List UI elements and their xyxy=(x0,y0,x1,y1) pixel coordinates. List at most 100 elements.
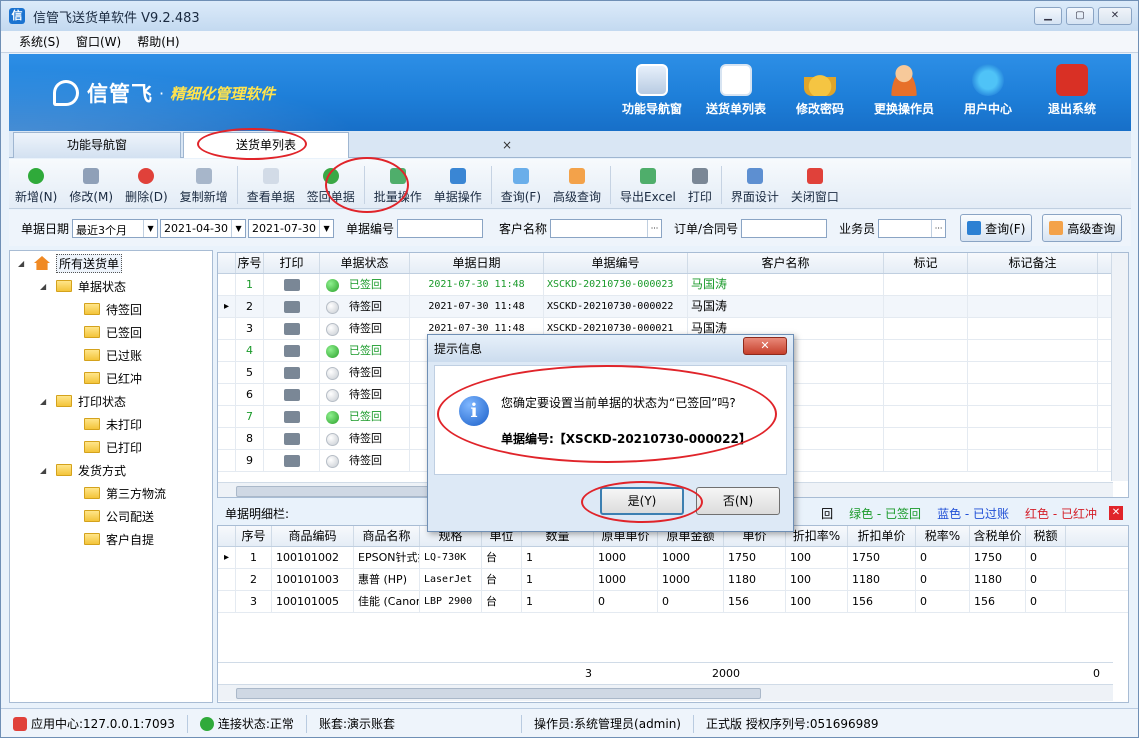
maximize-button[interactable]: ▢ xyxy=(1066,7,1094,25)
collapse-icon[interactable]: ◢ xyxy=(40,466,50,475)
collapse-icon[interactable]: ◢ xyxy=(18,259,28,268)
batch-op-button[interactable]: 批量操作 xyxy=(368,162,428,208)
tree-group-shipping[interactable]: ◢ 发货方式 xyxy=(40,460,126,480)
printer-icon[interactable] xyxy=(283,389,300,401)
menu-window[interactable]: 窗口(W) xyxy=(76,33,121,50)
close-window-tool-button[interactable]: 关闭窗口 xyxy=(785,162,845,208)
printer-icon[interactable] xyxy=(283,433,300,445)
ellipsis-icon[interactable]: ··· xyxy=(931,219,945,237)
doc-op-button[interactable]: 单据操作 xyxy=(428,162,488,208)
table-row[interactable]: ▸1100101002EPSON针式打LQ-730K台1100010001750… xyxy=(218,547,1128,569)
sign-back-button[interactable]: 签回单据 xyxy=(301,162,361,208)
check-icon xyxy=(199,716,214,731)
export-excel-button[interactable]: 导出Excel xyxy=(614,162,682,208)
detail-grid: 序号 商品编码 商品名称 规格 单位 数量 原单单价 原单金额 单价 折扣率% 折扣单价 税率% 含税单… xyxy=(217,525,1129,703)
detail-hscroll[interactable] xyxy=(218,684,1113,701)
search-icon xyxy=(967,221,982,235)
doc-no-input[interactable] xyxy=(397,218,484,238)
view-icon xyxy=(262,168,279,184)
tab-nav-window[interactable]: 功能导航窗 xyxy=(13,132,181,158)
dialog-body: i 您确定要设置当前单据的状态为“已签回”吗? 单据编号:【XSCKD-2021… xyxy=(434,365,787,475)
dialog-title[interactable]: 提示信息 xyxy=(428,335,793,362)
printer-icon[interactable] xyxy=(283,345,300,357)
folder-icon xyxy=(56,464,72,476)
topnav-change-operator[interactable]: 更换操作员 xyxy=(867,64,941,117)
status-dot-icon xyxy=(326,454,339,468)
printer-icon xyxy=(691,168,708,184)
add-button[interactable]: 新增(N) xyxy=(9,162,63,208)
list-icon xyxy=(720,64,752,96)
top-nav: 功能导航窗 送货单列表 修改密码 更换操作员 用户中心 退出系统 xyxy=(605,64,1109,117)
excel-icon xyxy=(639,168,656,184)
tree-item-printed[interactable]: 已打印 xyxy=(84,437,142,457)
search-icon xyxy=(512,168,529,184)
topnav-change-password[interactable]: 修改密码 xyxy=(783,64,857,117)
topnav-delivery-list[interactable]: 送货单列表 xyxy=(699,64,773,117)
printer-icon[interactable] xyxy=(283,455,300,467)
print-button[interactable]: 打印 xyxy=(682,162,718,208)
no-button[interactable]: 否(N) xyxy=(696,487,780,515)
tree-item-signed[interactable]: 已签回 xyxy=(84,322,142,342)
tree-item-company[interactable]: 公司配送 xyxy=(84,506,154,526)
brand-logo: 信管飞 · 精细化管理软件 xyxy=(53,78,275,108)
tree-item-posted[interactable]: 已过账 xyxy=(84,345,142,365)
edit-button[interactable]: 修改(M) xyxy=(63,162,119,208)
collapse-icon[interactable]: ◢ xyxy=(40,397,50,406)
table-row[interactable]: 2 100101003 惠普 (HP) LaserJet 台 1 1000 1000 1180 1… xyxy=(218,569,1128,591)
printer-icon[interactable] xyxy=(283,301,300,313)
close-window-button[interactable]: ✕ xyxy=(1098,7,1132,25)
title-bar[interactable]: 信 信管飞送货单软件 V9.2.483 ▁ ▢ ✕ xyxy=(1,1,1138,31)
close-icon[interactable]: ✕ xyxy=(1109,506,1123,520)
table-row[interactable]: 1 已签回 2021-07-30 11:48 XSCKD-20210730-00002… xyxy=(218,274,1128,296)
date-range-select[interactable]: 最近3个月 ▼ xyxy=(72,218,159,238)
tree-item-unprinted[interactable]: 未打印 xyxy=(84,414,142,434)
salesman-input[interactable]: ··· xyxy=(878,218,947,238)
tree-root[interactable]: ◢ 所有送货单 xyxy=(18,253,123,273)
tree-group-status[interactable]: ◢ 单据状态 xyxy=(40,276,126,296)
tree-item-pending[interactable]: 待签回 xyxy=(84,299,142,319)
printer-icon[interactable] xyxy=(283,323,300,335)
tree-item-third-party[interactable]: 第三方物流 xyxy=(84,483,166,503)
detail-label: 单据明细栏: xyxy=(225,506,290,521)
table-row[interactable]: 3 100101005 佳能 (Canon LBP 2900 台 1 0 0 156 100 156… xyxy=(218,591,1128,613)
date-to-input[interactable]: 2021-07-30 ▼ xyxy=(248,218,335,238)
query-button[interactable]: 查询(F) xyxy=(495,162,547,208)
ui-design-button[interactable]: 界面设计 xyxy=(725,162,785,208)
tab-delivery-list[interactable]: 送货单列表 × xyxy=(183,132,512,158)
folder-icon xyxy=(84,349,100,361)
tree-group-print[interactable]: ◢ 打印状态 xyxy=(40,391,126,411)
minimize-button[interactable]: ▁ xyxy=(1034,7,1062,25)
delete-button[interactable]: 删除(D) xyxy=(119,162,174,208)
topnav-nav-window[interactable]: 功能导航窗 xyxy=(615,64,689,117)
tab-strip: 功能导航窗 送货单列表 × xyxy=(9,131,1131,158)
customer-input[interactable]: ··· xyxy=(550,218,663,238)
advanced-query-button[interactable]: 高级查询 xyxy=(547,162,607,208)
order-label: 订单/合同号 xyxy=(674,221,739,236)
filter-query-button[interactable]: 查询(F) xyxy=(960,214,1033,242)
status-dot-icon xyxy=(326,344,339,358)
view-doc-button[interactable]: 查看单据 xyxy=(241,162,301,208)
order-input[interactable] xyxy=(741,218,828,238)
copy-new-button[interactable]: 复制新增 xyxy=(174,162,234,208)
grid-vscroll[interactable] xyxy=(1111,253,1128,481)
menu-help[interactable]: 帮助(H) xyxy=(137,33,179,50)
filter-advanced-button[interactable]: 高级查询 xyxy=(1042,214,1123,242)
topnav-exit[interactable]: 退出系统 xyxy=(1035,64,1109,117)
status-dot-icon xyxy=(326,300,339,314)
tree-item-reversed[interactable]: 已红冲 xyxy=(84,368,142,388)
tab-close-icon[interactable]: × xyxy=(502,133,512,158)
menu-system[interactable]: 系统(S) xyxy=(19,33,60,50)
dialog-close-button[interactable]: ✕ xyxy=(743,337,787,355)
collapse-icon[interactable]: ◢ xyxy=(40,282,50,291)
topnav-user-center[interactable]: 用户中心 xyxy=(951,64,1025,117)
yes-button[interactable]: 是(Y) xyxy=(600,487,684,515)
date-from-input[interactable]: 2021-04-30 ▼ xyxy=(160,218,247,238)
table-row[interactable]: ▸ 2 待签回 2021-07-30 11:48 XSCKD-20210730-0000… xyxy=(218,296,1128,318)
printer-icon[interactable] xyxy=(283,411,300,423)
ellipsis-icon[interactable]: ··· xyxy=(647,219,661,237)
brand-mark-icon xyxy=(53,80,79,106)
tree-item-self-pickup[interactable]: 客户自提 xyxy=(84,529,154,549)
info-icon: i xyxy=(459,396,489,426)
printer-icon[interactable] xyxy=(283,367,300,379)
printer-icon[interactable] xyxy=(283,279,300,291)
